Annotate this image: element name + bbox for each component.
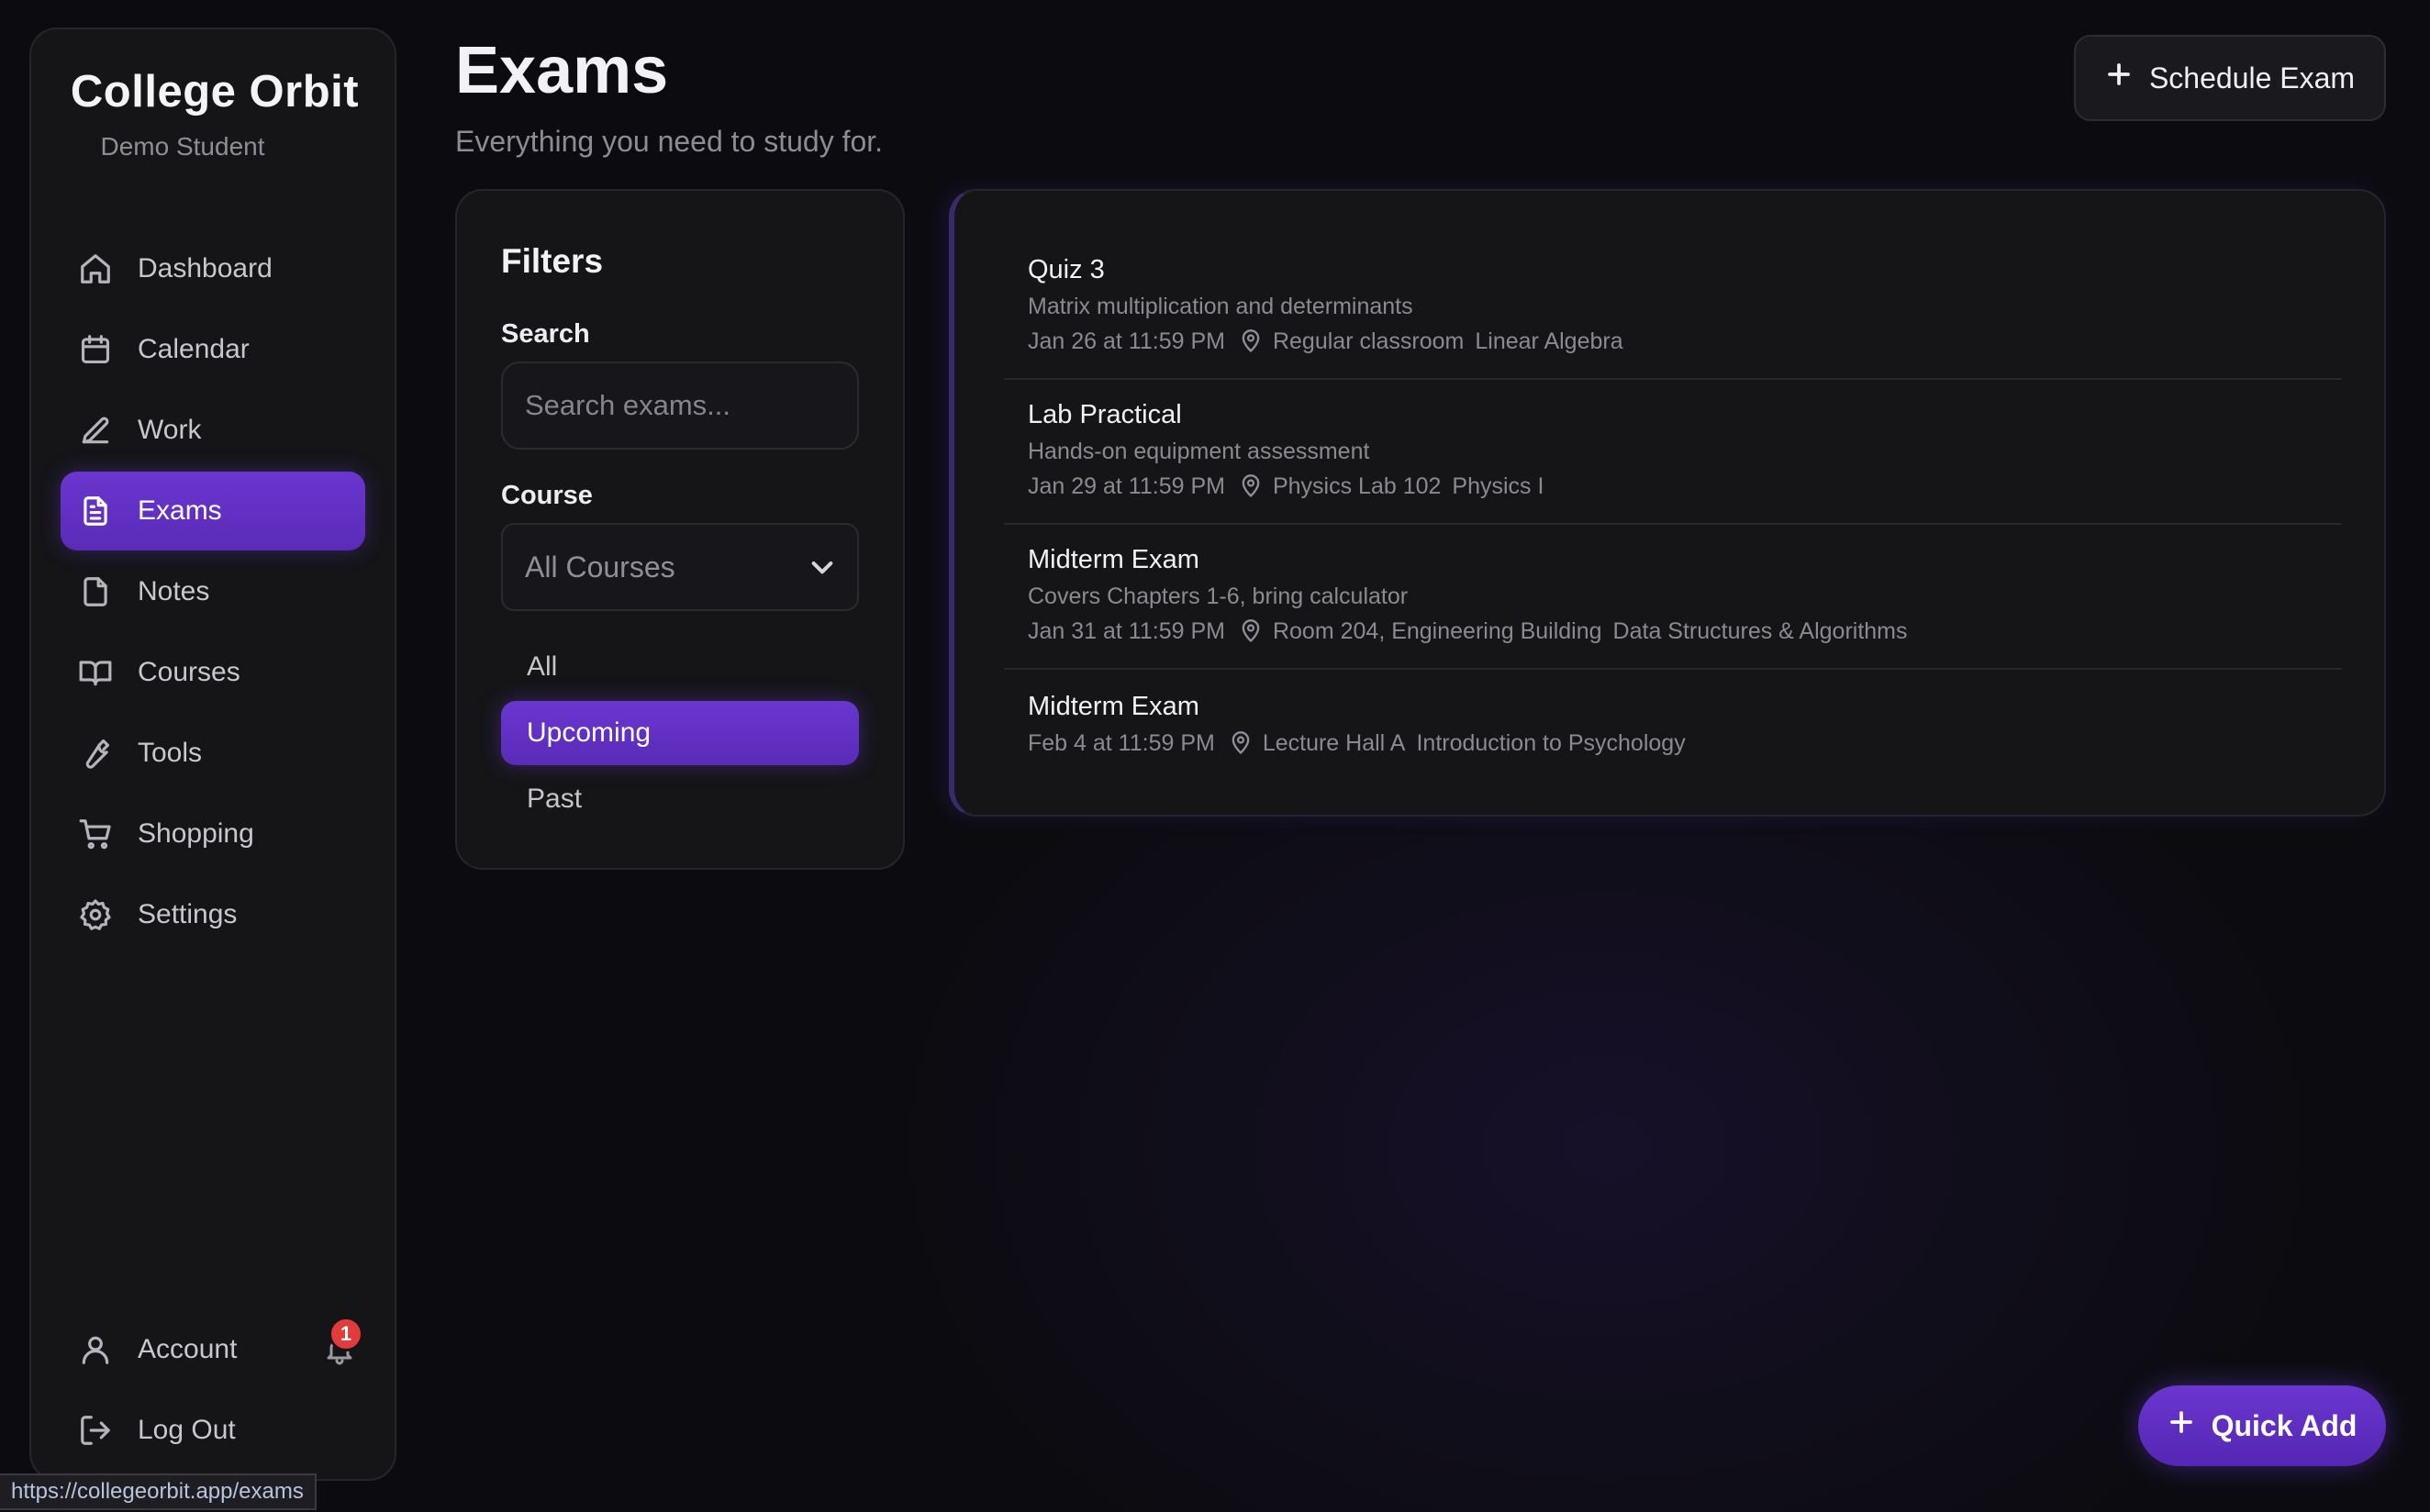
- notifications-button[interactable]: 1: [319, 1317, 363, 1370]
- exam-course: Physics I: [1452, 473, 1544, 499]
- sidebar-item-notes[interactable]: Notes: [61, 552, 365, 631]
- search-input[interactable]: [501, 361, 859, 450]
- sidebar-item-label: Exams: [138, 495, 222, 526]
- exam-location: Regular classroom: [1272, 328, 1465, 354]
- exam-meta: Jan 31 at 11:59 PM Room 204, Engineering…: [1028, 617, 2342, 646]
- exam-item[interactable]: Midterm Exam Feb 4 at 11:59 PM Lecture H…: [1004, 690, 2342, 758]
- filters-title: Filters: [501, 242, 604, 280]
- cart-icon: [77, 816, 114, 852]
- sidebar-item-label: Shopping: [138, 818, 254, 849]
- exam-item[interactable]: Lab Practical Hands-on equipment assessm…: [1004, 398, 2342, 501]
- exam-course: Data Structures & Algorithms: [1612, 618, 1908, 644]
- exam-meta: Jan 26 at 11:59 PM Regular classroom Lin…: [1028, 327, 2342, 356]
- exam-location: Physics Lab 102: [1272, 473, 1442, 499]
- location-pin-icon: [1238, 618, 1264, 644]
- exam-description: Matrix multiplication and determinants: [1028, 294, 1413, 319]
- sidebar-item-settings[interactable]: Settings: [61, 875, 365, 954]
- plus-icon: [2105, 61, 2133, 95]
- plus-icon: [2168, 1408, 2195, 1443]
- exam-description: Hands-on equipment assessment: [1028, 439, 1370, 464]
- exam-course: Introduction to Psychology: [1416, 730, 1686, 756]
- search-label: Search: [501, 319, 590, 349]
- wrench-icon: [77, 735, 114, 772]
- app-title: College Orbit: [70, 67, 360, 117]
- exam-item[interactable]: Quiz 3 Matrix multiplication and determi…: [1004, 253, 2342, 356]
- sidebar-item-label: Calendar: [138, 334, 250, 364]
- sidebar-item-shopping[interactable]: Shopping: [61, 795, 365, 873]
- page-subtitle: Everything you need to study for.: [455, 125, 884, 158]
- sidebar: College Orbit Demo Student Dashboard Cal…: [29, 28, 396, 1481]
- sidebar-item-label: Notes: [138, 576, 210, 606]
- logout-icon: [77, 1412, 114, 1449]
- exam-meta: Feb 4 at 11:59 PM Lecture Hall A Introdu…: [1028, 728, 2342, 758]
- exam-meta: Jan 29 at 11:59 PM Physics Lab 102 Physi…: [1028, 472, 2342, 501]
- course-select[interactable]: All Courses: [501, 523, 859, 611]
- sidebar-item-label: Account: [138, 1334, 238, 1364]
- filters-panel: Filters Search Course All Courses All Up…: [455, 189, 905, 870]
- gear-icon: [77, 896, 114, 933]
- filter-past[interactable]: Past: [501, 767, 859, 831]
- logout-label: Log Out: [138, 1415, 236, 1445]
- exam-datetime: Jan 31 at 11:59 PM: [1028, 618, 1225, 644]
- exam-title: Midterm Exam: [1028, 692, 1199, 721]
- sidebar-item-label: Courses: [138, 657, 240, 687]
- document-icon: [77, 493, 114, 529]
- filter-all[interactable]: All: [501, 635, 859, 699]
- location-pin-icon: [1238, 473, 1264, 499]
- status-bar-url: https://collegeorbit.app/exams: [0, 1473, 317, 1510]
- location-pin-icon: [1238, 328, 1264, 354]
- user-icon: [77, 1331, 114, 1368]
- schedule-exam-button[interactable]: Schedule Exam: [2074, 35, 2386, 121]
- notification-badge: 1: [329, 1317, 363, 1351]
- divider: [1004, 523, 2342, 525]
- home-icon: [77, 250, 114, 287]
- exam-item[interactable]: Midterm Exam Covers Chapters 1-6, bring …: [1004, 543, 2342, 646]
- sidebar-item-work[interactable]: Work: [61, 391, 365, 470]
- course-label: Course: [501, 481, 593, 510]
- exam-location: Lecture Hall A: [1262, 730, 1406, 756]
- exam-title: Quiz 3: [1028, 255, 1105, 284]
- exam-datetime: Jan 29 at 11:59 PM: [1028, 473, 1225, 499]
- sidebar-item-tools[interactable]: Tools: [61, 714, 365, 793]
- exam-description: Covers Chapters 1-6, bring calculator: [1028, 584, 1409, 609]
- page-title: Exams: [455, 34, 669, 107]
- filter-upcoming[interactable]: Upcoming: [501, 701, 859, 765]
- sidebar-item-account[interactable]: Account 1: [61, 1310, 365, 1389]
- note-icon: [77, 573, 114, 610]
- sidebar-item-courses[interactable]: Courses: [61, 633, 365, 712]
- chevron-down-icon: [808, 552, 837, 582]
- sidebar-item-calendar[interactable]: Calendar: [61, 310, 365, 389]
- exam-title: Midterm Exam: [1028, 545, 1199, 574]
- book-icon: [77, 654, 114, 691]
- exam-course: Linear Algebra: [1475, 328, 1623, 354]
- user-name: Demo Student: [100, 132, 265, 161]
- exam-datetime: Feb 4 at 11:59 PM: [1028, 730, 1215, 756]
- sidebar-item-label: Dashboard: [138, 253, 273, 284]
- exam-location: Room 204, Engineering Building: [1272, 618, 1602, 644]
- calendar-icon: [77, 331, 114, 368]
- exam-title: Lab Practical: [1028, 400, 1182, 429]
- course-select-value: All Courses: [525, 550, 675, 584]
- sidebar-nav: Dashboard Calendar Work Exams Notes Cour…: [61, 229, 365, 956]
- sidebar-item-label: Work: [138, 415, 202, 445]
- sidebar-item-label: Settings: [138, 899, 238, 929]
- sidebar-footer: Account 1 Log Out: [61, 1310, 365, 1472]
- exam-datetime: Jan 26 at 11:59 PM: [1028, 328, 1225, 354]
- pencil-icon: [77, 412, 114, 449]
- sidebar-item-dashboard[interactable]: Dashboard: [61, 229, 365, 308]
- quick-add-button[interactable]: Quick Add: [2138, 1385, 2386, 1466]
- location-pin-icon: [1228, 730, 1254, 756]
- exam-list: Quiz 3 Matrix multiplication and determi…: [949, 189, 2386, 817]
- divider: [1004, 378, 2342, 380]
- brand: College Orbit Demo Student: [31, 66, 398, 161]
- sidebar-item-label: Tools: [138, 738, 203, 768]
- logout-button[interactable]: Log Out: [61, 1391, 365, 1470]
- schedule-exam-label: Schedule Exam: [2148, 61, 2356, 94]
- sidebar-item-exams[interactable]: Exams: [61, 472, 365, 550]
- quick-add-label: Quick Add: [2211, 1408, 2358, 1442]
- divider: [1004, 668, 2342, 670]
